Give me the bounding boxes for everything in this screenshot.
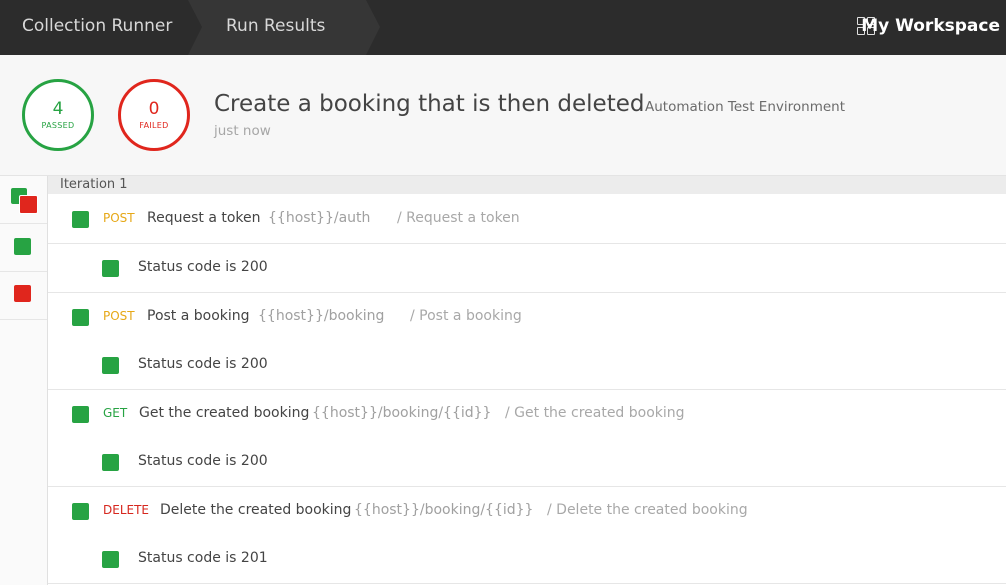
iteration-item[interactable]	[0, 224, 47, 272]
method-badge: DELETE	[103, 503, 150, 517]
request-name: Get the created booking	[139, 405, 310, 421]
failed-label: FAILED	[139, 121, 169, 130]
iteration-sidebar	[0, 176, 48, 585]
request-url: {{host}}/booking/{{id}}	[354, 502, 534, 518]
test-row: Status code is 200	[48, 244, 1006, 293]
request-row[interactable]: GET Get the created booking {{host}}/boo…	[48, 390, 1006, 439]
breadcrumb-run-results[interactable]: Run Results	[226, 0, 325, 55]
request-path: / Delete the created booking	[547, 502, 748, 518]
test-name: Status code is 200	[138, 356, 268, 372]
request-url: {{host}}/auth	[268, 210, 371, 226]
passed-count: 4	[52, 99, 64, 119]
request-name: Delete the created booking	[160, 502, 352, 518]
request-path: / Get the created booking	[505, 405, 685, 421]
failed-count: 0	[148, 99, 160, 119]
run-summary: 4 PASSED 0 FAILED Create a booking that …	[0, 55, 1006, 176]
test-row: Status code is 200	[48, 341, 1006, 390]
request-path: / Post a booking	[410, 308, 522, 324]
method-badge: POST	[103, 309, 135, 323]
run-title: Create a booking that is then deleted	[214, 91, 645, 117]
pass-status-icon	[72, 309, 89, 326]
test-row: Status code is 200	[48, 438, 1006, 487]
breadcrumb-collection-runner[interactable]: Collection Runner	[22, 0, 172, 55]
top-bar: Collection Runner Run Results My Workspa…	[0, 0, 1006, 55]
test-name: Status code is 200	[138, 259, 268, 275]
environment-name: Automation Test Environment	[645, 99, 845, 115]
pass-status-icon	[102, 551, 119, 568]
test-row: Status code is 201	[48, 535, 1006, 584]
method-badge: GET	[103, 406, 128, 420]
fail-status-icon	[14, 285, 31, 302]
iteration-item[interactable]	[0, 176, 47, 224]
request-name: Request a token	[147, 210, 261, 226]
passed-label: PASSED	[41, 121, 75, 130]
run-timestamp: just now	[214, 123, 271, 139]
pass-status-icon	[102, 454, 119, 471]
workspace-switcher[interactable]: My Workspace	[861, 0, 1000, 55]
pass-status-icon	[14, 238, 31, 255]
request-url: {{host}}/booking	[258, 308, 385, 324]
request-row[interactable]: POST Request a token {{host}}/auth / Req…	[48, 195, 1006, 244]
pass-status-icon	[72, 211, 89, 228]
pass-status-icon	[72, 503, 89, 520]
iteration-item[interactable]	[0, 272, 47, 320]
request-path: / Request a token	[397, 210, 520, 226]
method-badge: POST	[103, 211, 135, 225]
pass-status-icon	[72, 406, 89, 423]
request-row[interactable]: DELETE Delete the created booking {{host…	[48, 487, 1006, 536]
request-name: Post a booking	[147, 308, 250, 324]
request-row[interactable]: POST Post a booking {{host}}/booking / P…	[48, 293, 1006, 342]
test-name: Status code is 201	[138, 550, 268, 566]
iteration-header: Iteration 1	[48, 176, 1006, 194]
test-name: Status code is 200	[138, 453, 268, 469]
pass-status-icon	[102, 357, 119, 374]
passed-counter: 4 PASSED	[22, 79, 94, 151]
failed-counter: 0 FAILED	[118, 79, 190, 151]
pass-status-icon	[102, 260, 119, 277]
iteration-label: Iteration 1	[60, 177, 128, 192]
fail-status-icon	[19, 195, 38, 214]
request-url: {{host}}/booking/{{id}}	[312, 405, 492, 421]
